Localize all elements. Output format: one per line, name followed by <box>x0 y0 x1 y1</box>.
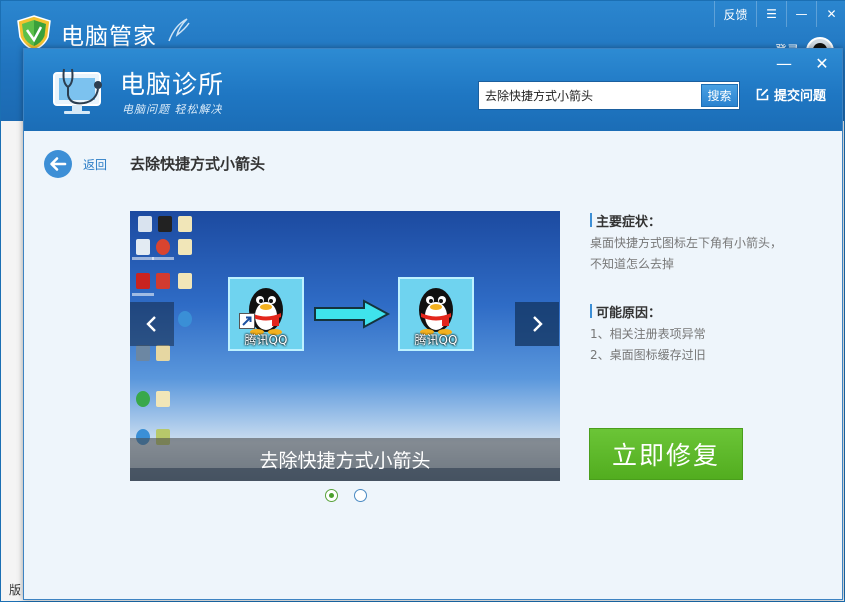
desktop-chrome-icon <box>156 239 170 255</box>
submit-question-label: 提交问题 <box>774 89 827 104</box>
signature-icon <box>168 18 190 42</box>
causes-heading: 可能原因： <box>596 306 662 321</box>
carousel-prev-button[interactable] <box>130 302 174 346</box>
main-window-controls: 反馈 ☰ — ✕ <box>714 1 845 27</box>
symptom-line: 不知道怎么去掉 <box>590 257 675 271</box>
clinic-minimize-button[interactable]: — <box>774 53 794 73</box>
carousel-caption: 去除快捷方式小箭头 <box>259 450 431 472</box>
shortcut-arrow-icon <box>239 313 255 329</box>
symptoms-heading: 主要症状： <box>596 215 662 230</box>
symptom-line: 桌面快捷方式图标左下角有小箭头， <box>590 236 783 250</box>
menu-button[interactable]: ☰ <box>756 1 786 27</box>
clinic-title: 电脑诊所 <box>120 70 225 99</box>
desktop-doc-icon <box>156 391 170 407</box>
monitor-stethoscope-icon <box>53 68 102 114</box>
arrow-left-icon <box>50 157 67 171</box>
chevron-right-icon <box>533 316 543 332</box>
chevron-left-icon <box>146 316 156 332</box>
desktop-doc-icon <box>178 239 192 255</box>
desktop-qq-icon <box>158 216 172 232</box>
main-window-title: 电脑管家 <box>61 24 157 50</box>
desktop-app-icon <box>156 273 170 289</box>
fix-now-button[interactable]: 立即修复 <box>589 428 743 480</box>
shield-logo-icon <box>17 15 51 51</box>
desktop-media-icon <box>136 391 150 407</box>
back-button[interactable] <box>44 150 72 178</box>
desktop-app-icon <box>136 345 150 361</box>
clinic-header: 电脑诊所 电脑问题 轻松解决 — ✕ 搜索 提交问题 <box>24 49 842 131</box>
carousel-dot-1[interactable] <box>325 489 338 502</box>
arrow-right-icon <box>314 299 391 329</box>
page-title: 去除快捷方式小箭头 <box>130 155 266 173</box>
desktop-doc-icon <box>178 216 192 232</box>
clinic-window: 电脑诊所 电脑问题 轻松解决 — ✕ 搜索 提交问题 返回 去除快捷 <box>23 48 843 600</box>
cause-line: 2、桌面图标缓存过旧 <box>590 348 706 362</box>
desktop-doc-icon <box>178 273 192 289</box>
qq-tile-label: 腾讯QQ <box>244 333 288 347</box>
qq-tile-label: 腾讯QQ <box>414 333 458 347</box>
feedback-button[interactable]: 反馈 <box>714 1 756 27</box>
search-button[interactable]: 搜索 <box>701 84 738 107</box>
version-text: 版 <box>9 583 22 597</box>
cause-line: 1、相关注册表项异常 <box>590 327 706 341</box>
minimize-button[interactable]: — <box>786 1 816 27</box>
clinic-slogan: 电脑问题 轻松解决 <box>122 103 223 116</box>
back-link[interactable]: 返回 <box>83 156 107 173</box>
close-button[interactable]: ✕ <box>816 1 845 27</box>
desktop-recycle-icon <box>138 216 152 232</box>
submit-question-button[interactable]: 提交问题 <box>756 85 826 104</box>
qq-tile-before: 腾讯QQ <box>228 277 304 351</box>
qq-penguin-icon <box>419 288 453 335</box>
search-box: 搜索 <box>478 81 740 110</box>
edit-icon <box>756 88 769 101</box>
search-input[interactable] <box>479 82 701 109</box>
desktop-doc-icon <box>156 345 170 361</box>
desktop-pdf-icon <box>136 273 150 289</box>
clinic-close-button[interactable]: ✕ <box>812 53 832 73</box>
illustration-carousel: 腾讯QQ 腾讯QQ 去除快捷方式小箭头 <box>130 211 560 481</box>
desktop-recycle-icon <box>136 239 150 255</box>
carousel-next-button[interactable] <box>515 302 559 346</box>
desktop-ie-icon <box>178 311 192 327</box>
carousel-dot-2[interactable] <box>354 489 367 502</box>
screen: 电脑管家 反馈 ☰ — ✕ 登录 版 <box>0 0 845 602</box>
qq-tile-after: 腾讯QQ <box>398 277 474 351</box>
